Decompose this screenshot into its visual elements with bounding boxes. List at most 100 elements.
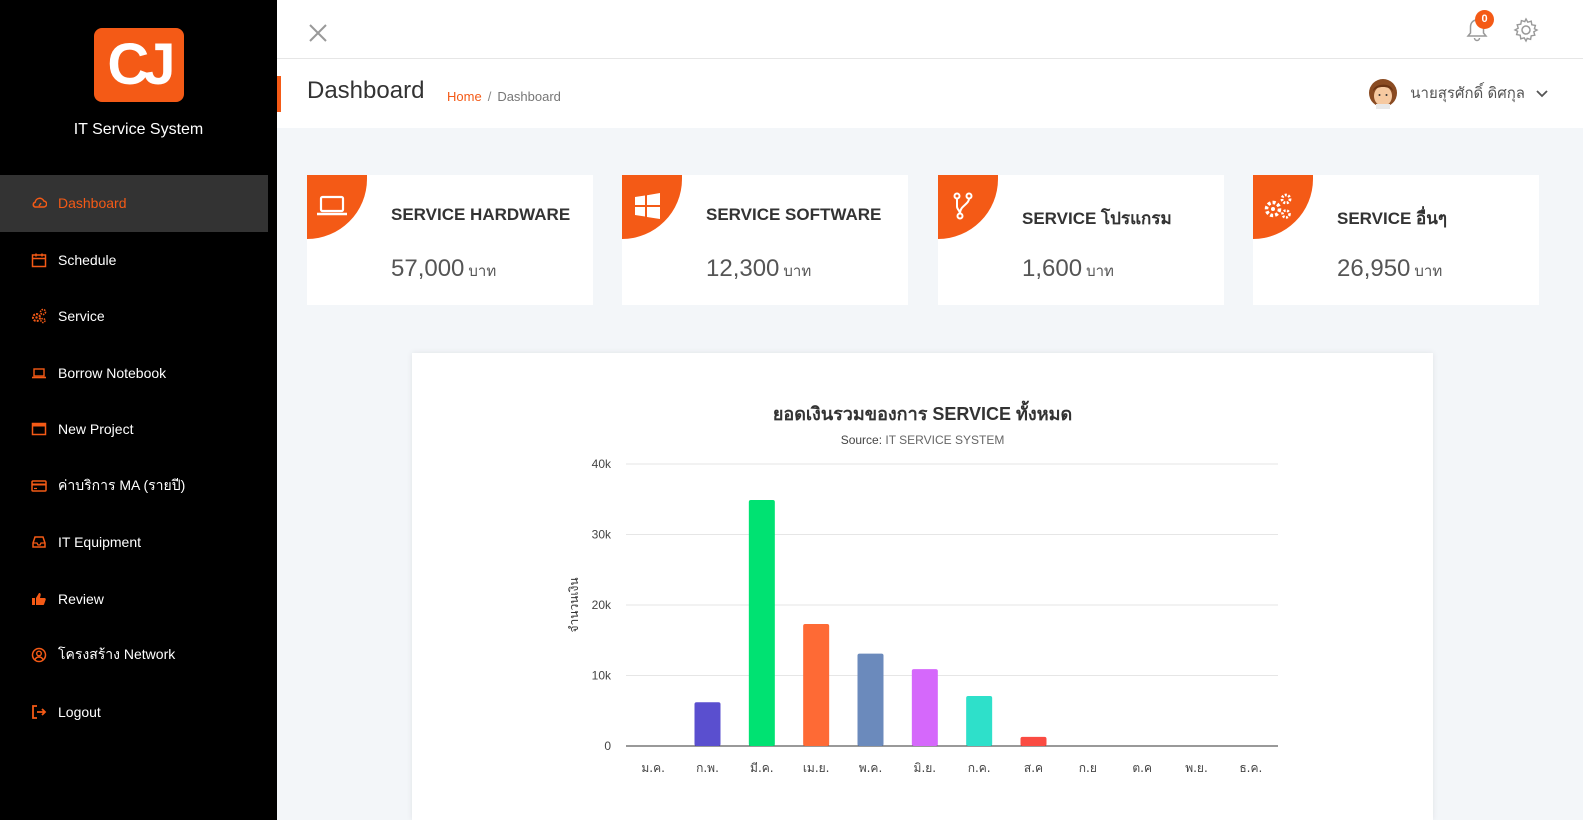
user-circle-icon: [30, 646, 48, 664]
sidebar-item-dashboard[interactable]: Dashboard: [0, 175, 268, 232]
card-amount: 26,950: [1337, 255, 1411, 282]
user-menu[interactable]: นายสุรศักดิ์ ดิศกุล: [1368, 77, 1549, 109]
sidebar-item-ma-fee[interactable]: ค่าบริการ MA (รายปี): [0, 458, 277, 515]
card-value: 57,000 บาท: [391, 255, 496, 283]
x-tick-label: เม.ย.: [803, 761, 830, 775]
gears-icon: [30, 307, 48, 325]
top-bar: 0: [277, 0, 1583, 59]
gears-icon: [1264, 193, 1292, 219]
card-title: SERVICE อื่นๆ: [1337, 209, 1448, 228]
page-header: Dashboard Home / Dashboard นายสุรศักดิ์ ดิ…: [277, 59, 1583, 128]
card-title: SERVICE HARDWARE: [391, 205, 571, 224]
chart-bar-4: [803, 624, 830, 746]
sidebar-item-label: Logout: [58, 703, 101, 720]
card-amount: 57,000: [391, 255, 465, 282]
logo-area: CJ IT Service System: [0, 28, 277, 139]
y-tick-label: 30k: [592, 528, 612, 542]
y-tick-label: 0: [604, 739, 611, 753]
chevron-down-icon: [1536, 90, 1548, 98]
window-icon: [30, 420, 48, 438]
close-icon[interactable]: [307, 22, 329, 44]
sidebar-item-schedule[interactable]: Schedule: [0, 232, 277, 289]
summary-card-software: SERVICE SOFTWARE 12,300 บาท: [622, 175, 908, 305]
sidebar-menu: Dashboard Schedule Service Borrow Notebo…: [0, 175, 277, 740]
chart-bar-2: [694, 702, 721, 746]
sidebar-item-it-equipment[interactable]: IT Equipment: [0, 514, 277, 571]
notification-badge: 0: [1475, 10, 1494, 29]
x-tick-label: มี.ค.: [750, 761, 774, 775]
sidebar-item-label: Review: [58, 590, 104, 607]
breadcrumb-current: Dashboard: [497, 89, 561, 104]
card-value: 26,950 บาท: [1337, 255, 1442, 283]
chart-bar-6: [911, 669, 938, 746]
chart-bar-7: [966, 695, 993, 746]
cloud-icon: [30, 194, 48, 212]
laptop-icon: [30, 364, 48, 382]
app-name: IT Service System: [73, 121, 204, 138]
sidebar-item-logout[interactable]: Logout: [0, 684, 277, 741]
sidebar-item-label: IT Equipment: [58, 534, 142, 551]
card-amount: 1,600: [1022, 255, 1083, 282]
card-unit: บาท: [1086, 263, 1114, 280]
company-logo[interactable]: CJ: [93, 28, 184, 102]
card-title: SERVICE SOFTWARE: [706, 205, 882, 224]
sidebar-item-label: ค่าบริการ MA (รายปี): [58, 476, 186, 493]
code-fork-icon: [953, 192, 973, 220]
sidebar-item-label: Schedule: [58, 251, 117, 268]
x-tick-label: ต.ค: [1132, 761, 1152, 775]
card-unit: บาท: [1414, 263, 1443, 280]
sidebar-item-label: โครงสร้าง Network: [58, 646, 176, 663]
sidebar-item-label: Borrow Notebook: [58, 364, 167, 381]
chart-title: ยอดเงินรวมของการ SERVICE ทั้งหมด: [772, 404, 1073, 424]
x-tick-label: ก.ย: [1079, 761, 1097, 775]
laptop-icon: [317, 195, 347, 216]
x-tick-label: ธ.ค.: [1239, 761, 1262, 775]
sidebar-item-label: Dashboard: [58, 195, 127, 212]
chart-panel: 0 10k 20k 30k 40k จำนวนเงินม.ค. ก.พ. มี.ค. เม.ย.…: [412, 353, 1433, 820]
y-tick-label: 20k: [592, 598, 612, 612]
x-tick-label: ส.ค: [1024, 761, 1043, 775]
inbox-icon: [30, 533, 48, 551]
calendar-icon: [30, 251, 48, 269]
chart-bar-8: [1020, 736, 1047, 746]
credit-card-icon: [30, 477, 48, 495]
summary-card-other: SERVICE อื่นๆ 26,950 บาท: [1253, 175, 1539, 305]
logo-text: CJ: [107, 32, 175, 97]
card-unit: บาท: [468, 263, 497, 280]
x-tick-label: ก.ค.: [968, 761, 991, 775]
chart-bar-5: [857, 653, 884, 746]
breadcrumb-separator: /: [487, 89, 492, 104]
card-value: 12,300 บาท: [706, 255, 811, 283]
page-title: Dashboard: [307, 77, 425, 104]
summary-card-hardware: SERVICE HARDWARE 57,000 บาท: [307, 175, 593, 305]
chart-subtitle: Source: IT SERVICE SYSTEM: [412, 433, 1433, 447]
sidebar-item-review[interactable]: Review: [0, 571, 277, 628]
card-unit: บาท: [783, 263, 812, 280]
breadcrumb: Home / Dashboard: [447, 89, 561, 104]
y-axis-label: จำนวนเงิน: [567, 577, 581, 632]
x-tick-label: พ.ย.: [1185, 761, 1208, 775]
chart-bar-3: [748, 499, 775, 746]
gear-icon[interactable]: [1513, 17, 1539, 43]
card-value: 1,600 บาท: [1022, 255, 1114, 283]
card-amount: 12,300: [706, 255, 780, 282]
sidebar-item-new-project[interactable]: New Project: [0, 401, 277, 458]
y-tick-label: 10k: [592, 669, 612, 683]
sign-out-icon: [30, 703, 48, 721]
sidebar-item-network-structure[interactable]: โครงสร้าง Network: [0, 627, 277, 684]
x-tick-label: ก.พ.: [696, 761, 719, 775]
summary-card-program: SERVICE โปรแกรม 1,600 บาท: [938, 175, 1224, 305]
sidebar-item-borrow-notebook[interactable]: Borrow Notebook: [0, 345, 277, 402]
x-tick-label: พ.ค.: [859, 761, 883, 775]
sidebar-item-label: New Project: [58, 421, 134, 438]
sidebar-item-service[interactable]: Service: [0, 288, 277, 345]
thumbs-up-icon: [30, 590, 48, 608]
chart-source-value: IT SERVICE SYSTEM: [885, 433, 1005, 447]
card-title: SERVICE โปรแกรม: [1022, 209, 1172, 228]
avatar: [1369, 79, 1398, 109]
x-tick-label: ม.ค.: [641, 761, 665, 775]
breadcrumb-home-link[interactable]: Home: [447, 89, 482, 104]
x-tick-label: มิ.ย.: [914, 761, 937, 775]
y-tick-label: 40k: [592, 457, 612, 471]
windows-icon: [635, 193, 660, 219]
